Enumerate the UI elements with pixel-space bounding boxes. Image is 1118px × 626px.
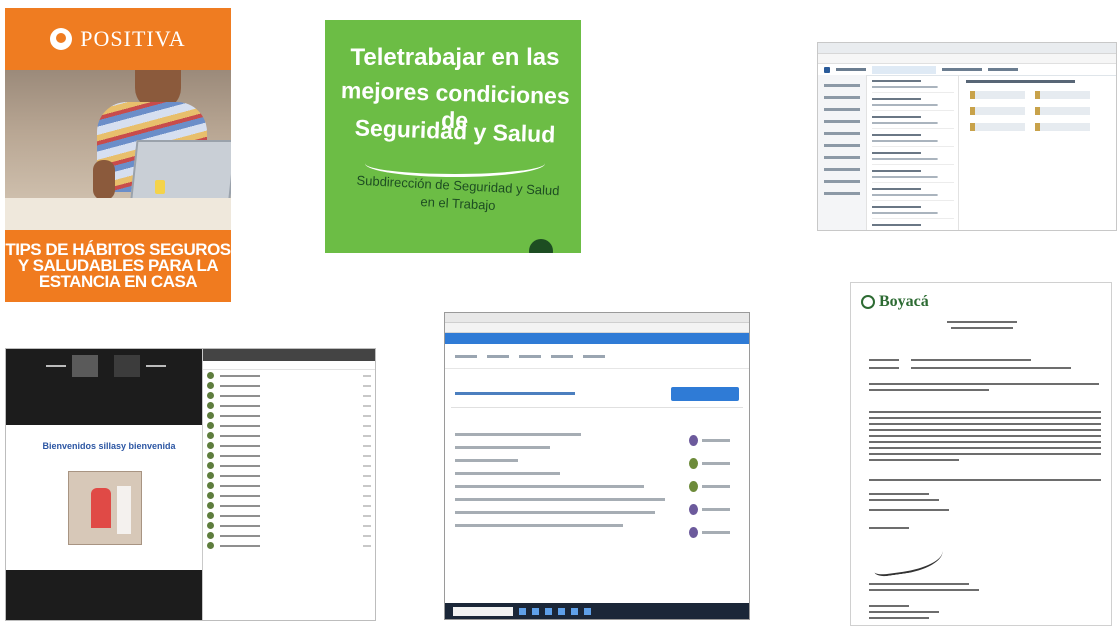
handwritten-signature	[871, 540, 945, 578]
course-content	[455, 423, 665, 537]
browser-url-bar	[818, 54, 1116, 64]
course-title	[455, 392, 575, 395]
taskbar-search-box	[453, 606, 513, 616]
browser-tab-bar	[818, 43, 1116, 54]
mail-reading-pane	[960, 75, 1116, 230]
participants-panel	[202, 349, 375, 620]
learning-platform-screenshot	[444, 312, 750, 620]
course-header	[451, 383, 743, 408]
mail-message-list	[868, 75, 959, 230]
tips-title: TIPS DE HÁBITOS SEGUROS Y SALUDABLES PAR…	[5, 230, 231, 302]
positiva-tips-poster: POSITIVA TIPS DE HÁBITOS SEGUROS Y SALUD…	[5, 8, 231, 302]
browser-url-bar	[445, 323, 749, 333]
welcome-heading: Bienvenidos sillasy bienvenida	[42, 441, 176, 451]
teletrabajo-title-line-1: Teletrabajar en las	[350, 44, 560, 71]
email-client-screenshot	[817, 42, 1117, 231]
letter-header: Boyacá	[861, 293, 929, 311]
shared-slide-image	[68, 471, 142, 545]
os-taskbar	[445, 603, 749, 619]
window-title-bar	[445, 313, 749, 323]
positiva-brand-name: POSITIVA	[80, 26, 186, 51]
positiva-logo-icon	[50, 28, 73, 50]
teletrabajo-banner: Teletrabajar en las mejores condiciones …	[325, 20, 581, 253]
participant-video-tile	[72, 355, 98, 377]
platform-header-bar	[445, 333, 749, 344]
video-call-screenshot: Bienvenidos sillasy bienvenida	[5, 348, 376, 621]
activity-sidebar	[689, 423, 737, 550]
video-call-bottom-strip	[6, 570, 202, 620]
boyaca-official-letter: Boyacá	[850, 282, 1112, 626]
letter-header-name: Boyacá	[879, 293, 929, 310]
course-action-button	[671, 387, 739, 401]
positiva-brand-header: POSITIVA	[5, 8, 231, 70]
mail-folder-sidebar	[818, 75, 867, 230]
corner-logo-icon	[529, 239, 553, 253]
platform-nav	[445, 344, 749, 369]
boyaca-seal-icon	[861, 295, 875, 309]
participant-video-tile	[114, 355, 140, 377]
video-call-top-strip	[6, 349, 202, 425]
person-laptop-photo	[5, 70, 231, 230]
tips-line-3: ESTANCIA EN CASA	[38, 272, 198, 291]
decorative-arc	[365, 150, 545, 177]
